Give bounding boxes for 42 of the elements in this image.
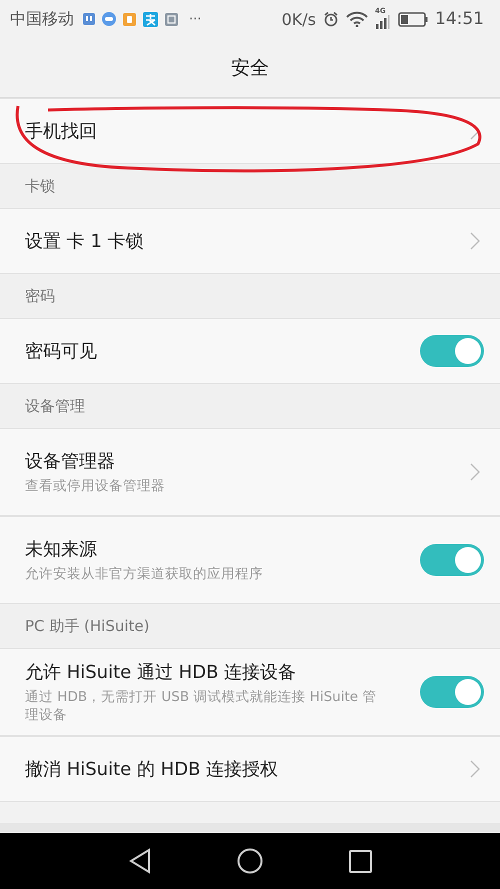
toggle-switch[interactable] — [420, 676, 484, 708]
more-notifications: ··· — [189, 12, 202, 26]
item-subtitle: 查看或停用设备管理器 — [25, 476, 166, 496]
item-title: 允许 HiSuite 通过 HDB 连接设备 — [25, 660, 298, 684]
payment-icon — [143, 12, 158, 26]
section-header: 卡锁 — [25, 176, 55, 196]
signal-icon — [375, 15, 391, 29]
image-icon — [165, 12, 178, 26]
chevron-right-icon — [470, 463, 480, 481]
item-title: 未知来源 — [25, 538, 98, 561]
section-header: PC 助手 (HiSuite) — [25, 616, 150, 636]
item-title: 手机找回 — [25, 120, 98, 143]
item-subtitle: 通过 HDB，无需打开 USB 调试模式就能连接 HiSuite 管理设备 — [25, 688, 378, 724]
toggle-item[interactable]: 允许 HiSuite 通过 HDB 连接设备 通过 HDB，无需打开 USB 调试模式就能连接 HiSuite 管理设备 — [0, 648, 500, 736]
item-title: 撤消 HiSuite 的 HDB 连接授权 — [25, 758, 280, 781]
back-icon[interactable] — [128, 848, 150, 874]
app-icon — [123, 12, 136, 26]
battery-icon — [398, 12, 428, 26]
toggle-item[interactable]: 未知来源 允许安装从非官方渠道获取的应用程序 — [0, 516, 500, 604]
item-title: 密码可见 — [25, 340, 98, 363]
settings-item[interactable]: 设备管理器 查看或停用设备管理器 — [0, 428, 500, 516]
clock-time: 14:51 — [435, 9, 484, 29]
alarm-icon — [323, 11, 339, 27]
item-title: 设备管理器 — [25, 450, 116, 473]
settings-item[interactable]: 设置 卡 1 卡锁 — [0, 208, 500, 274]
toggle-item[interactable]: 密码可见 — [0, 318, 500, 384]
wifi-icon — [346, 11, 368, 27]
item-title: 设置 卡 1 卡锁 — [25, 230, 145, 253]
toggle-switch[interactable] — [420, 335, 484, 367]
chevron-right-icon — [470, 232, 480, 250]
home-icon[interactable] — [236, 848, 262, 874]
chevron-right-icon — [470, 760, 480, 778]
page-title: 安全 — [231, 56, 269, 80]
toggle-switch[interactable] — [420, 544, 484, 576]
section-header: 设备管理 — [25, 396, 85, 416]
item-subtitle: 允许安装从非官方渠道获取的应用程序 — [25, 564, 264, 584]
network-speed: 0K/s — [282, 10, 316, 28]
settings-item[interactable]: 手机找回 — [0, 98, 500, 164]
carrier-name: 中国移动 — [10, 8, 74, 30]
section-header: 密码 — [25, 286, 55, 306]
recents-icon[interactable] — [348, 850, 372, 872]
settings-item[interactable]: 撤消 HiSuite 的 HDB 连接授权 — [0, 736, 500, 802]
